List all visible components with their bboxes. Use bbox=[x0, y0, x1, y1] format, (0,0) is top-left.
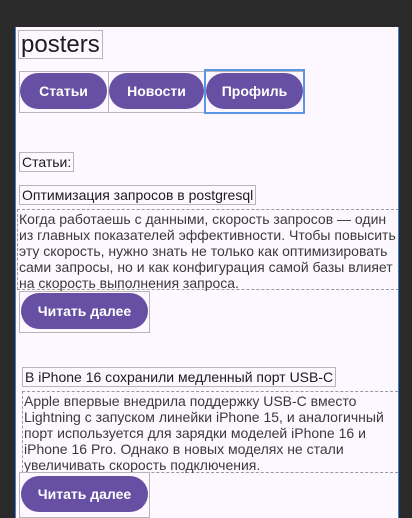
read-more-button[interactable]: Читать далее bbox=[21, 293, 148, 329]
article-title[interactable]: Оптимизация запросов в postgresql bbox=[19, 185, 257, 205]
section-label: Статьи: bbox=[19, 152, 75, 172]
tab-articles[interactable]: Статьи bbox=[20, 73, 107, 109]
app-screen: posters Статьи Новости Профиль Статьи: О… bbox=[15, 27, 399, 518]
read-more-button[interactable]: Читать далее bbox=[21, 476, 148, 512]
article-title[interactable]: В iPhone 16 сохранили медленный порт USB… bbox=[22, 367, 337, 387]
app-title: posters bbox=[18, 30, 103, 59]
article-summary: Apple впервые внедрила поддержку USB-C в… bbox=[22, 391, 398, 473]
tab-news[interactable]: Новости bbox=[109, 73, 204, 109]
article-summary: Когда работаешь с данными, скорость запр… bbox=[17, 209, 398, 291]
tab-profile-focus bbox=[204, 69, 305, 114]
